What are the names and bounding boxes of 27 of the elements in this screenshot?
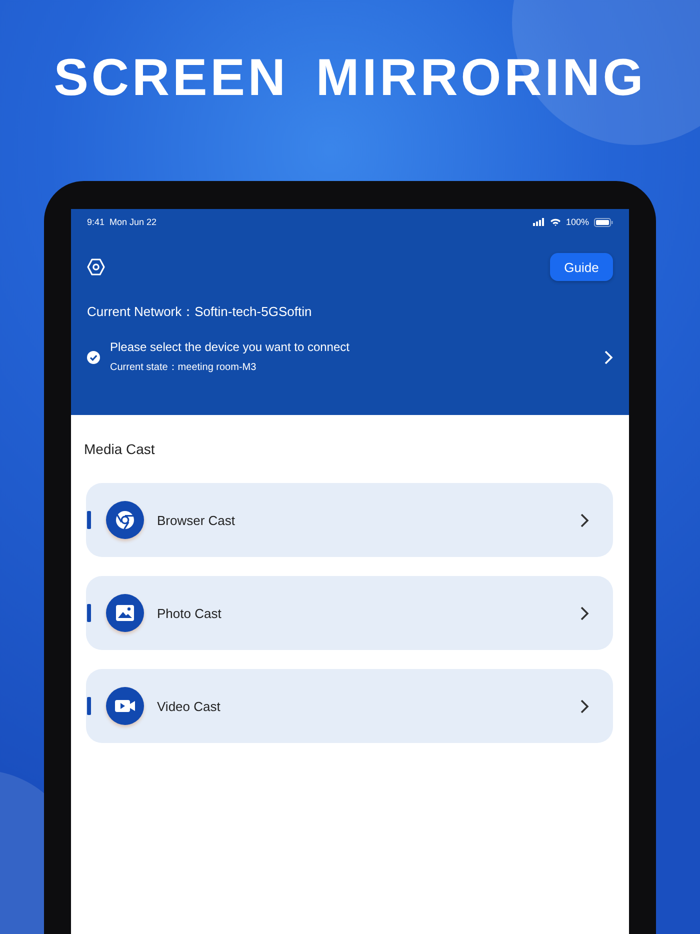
current-state: Current state：meeting room-M3 xyxy=(110,361,258,374)
battery-icon xyxy=(594,218,613,226)
image-icon xyxy=(115,604,135,622)
battery-percent: 100% xyxy=(566,217,589,227)
status-date: Mon Jun 22 xyxy=(110,217,157,227)
video-camera-icon xyxy=(114,698,136,714)
section-title: Media Cast xyxy=(84,441,155,457)
status-time: 9:41 xyxy=(87,217,105,227)
headline: SCREEN MIRRORING xyxy=(54,48,646,108)
guide-button[interactable]: Guide xyxy=(550,253,613,281)
cast-option[interactable]: Photo Cast xyxy=(86,576,613,650)
chevron-icon xyxy=(580,606,589,620)
wifi-icon xyxy=(550,218,561,226)
chevron-icon xyxy=(580,512,589,528)
chevron-icon xyxy=(580,698,589,714)
check-icon xyxy=(87,350,100,364)
accent-bar xyxy=(87,511,91,529)
cast-option[interactable]: Video Cast xyxy=(86,669,613,743)
accent-bar xyxy=(87,604,91,622)
signal-icon xyxy=(532,218,545,226)
cast-option[interactable]: Browser Cast xyxy=(86,483,613,557)
device-prompt[interactable]: Please select the device you want to connect xyxy=(110,340,604,354)
accent-bar xyxy=(87,697,91,715)
settings-icon[interactable] xyxy=(87,258,105,276)
network-label: Current Network：Softin-tech-5GSoftin xyxy=(87,303,312,321)
chevron-icon xyxy=(604,350,613,364)
browser-icon xyxy=(114,509,136,531)
